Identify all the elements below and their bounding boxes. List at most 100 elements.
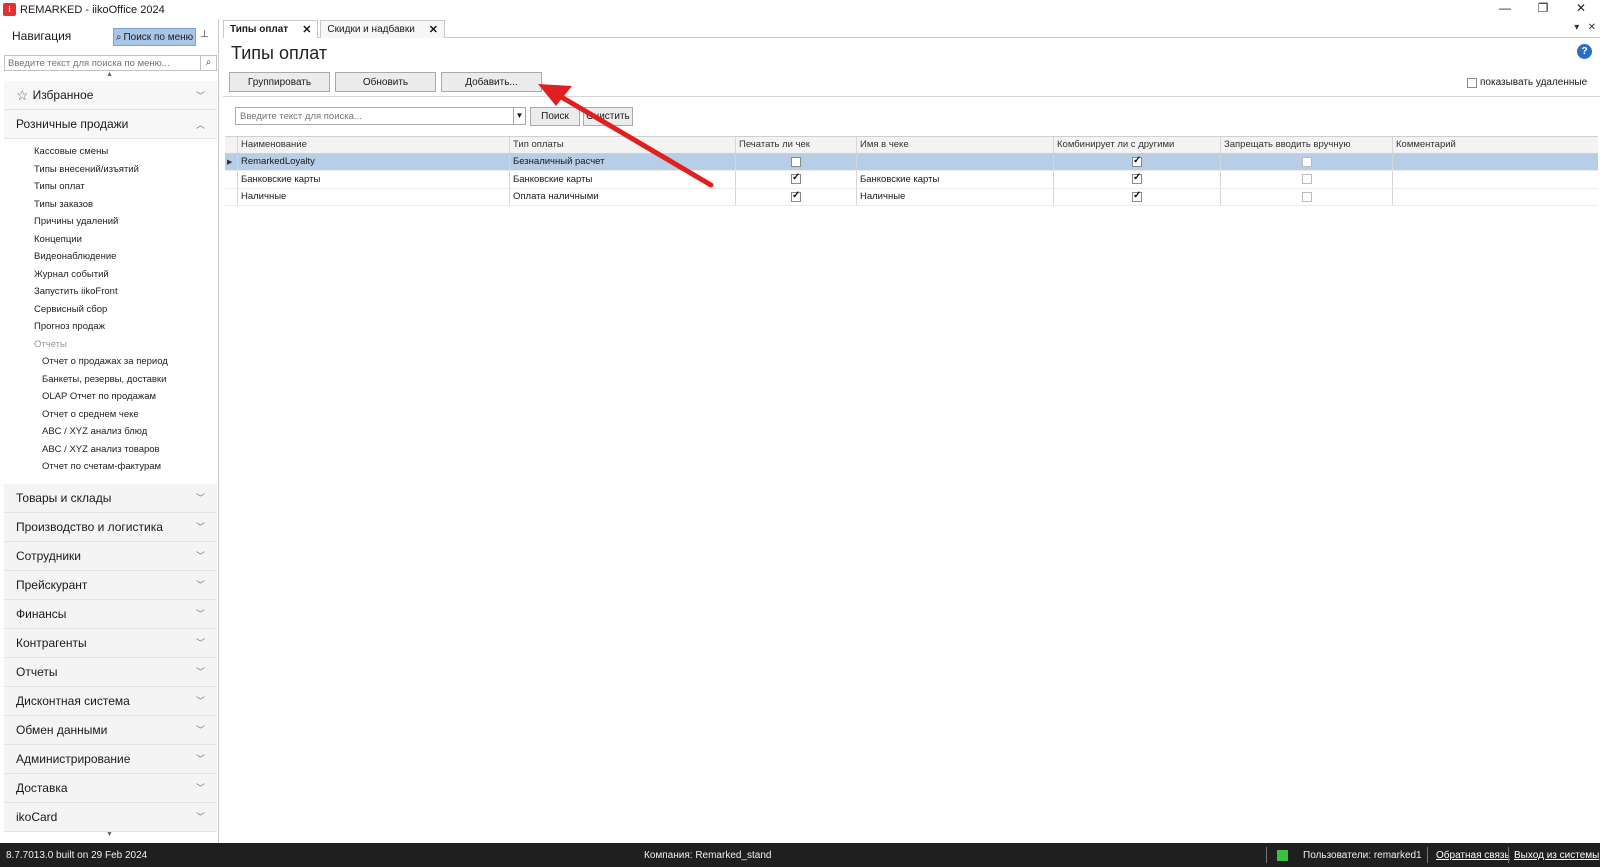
print-receipt-checkbox[interactable]: [791, 172, 801, 185]
close-tab-icon[interactable]: ✕: [429, 23, 438, 36]
nav-report-item[interactable]: ABC / XYZ анализ блюд: [4, 423, 217, 441]
cell-print-receipt[interactable]: [736, 171, 857, 188]
nav-item-cash-shifts[interactable]: Кассовые смены: [4, 143, 217, 161]
nav-report-item[interactable]: Банкеты, резервы, доставки: [4, 371, 217, 389]
tab-discounts[interactable]: Скидки и надбавки ✕: [320, 20, 446, 38]
grid-search-input[interactable]: [236, 108, 513, 124]
nav-item-order-types[interactable]: Типы заказов: [4, 196, 217, 214]
print-receipt-checkbox[interactable]: [791, 190, 801, 202]
cell-receipt-name[interactable]: [857, 153, 1054, 170]
column-header[interactable]: Имя в чеке: [857, 137, 1054, 153]
cell-name[interactable]: RemarkedLoyalty: [238, 153, 510, 170]
nav-item-concepts[interactable]: Концепции: [4, 231, 217, 249]
tab-payment-types[interactable]: Типы оплат ✕: [223, 20, 319, 38]
nav-report-item[interactable]: ABC / XYZ анализ товаров: [4, 441, 217, 459]
nav-report-item[interactable]: Отчет по счетам-фактурам: [4, 458, 217, 476]
nav-section[interactable]: Обмен данными ﹀: [4, 715, 217, 745]
column-header[interactable]: Печатать ли чек: [736, 137, 857, 153]
forbid-manual-checkbox[interactable]: [1301, 174, 1312, 185]
chevron-down-icon[interactable]: ▼: [513, 108, 525, 124]
nav-item-video[interactable]: Видеонаблюдение: [4, 248, 217, 266]
cell-forbid-manual[interactable]: [1221, 188, 1393, 205]
cell-name[interactable]: Наличные: [238, 188, 510, 205]
cell-combines[interactable]: [1054, 171, 1221, 188]
cell-payment-type[interactable]: Банковские карты: [510, 171, 736, 188]
nav-section[interactable]: Сотрудники ﹀: [4, 541, 217, 571]
table-row[interactable]: ▶ RemarkedLoyalty Безналичный расчет: [225, 153, 1598, 171]
column-header[interactable]: Запрещать вводить вручную: [1221, 137, 1393, 153]
cell-comment[interactable]: [1393, 154, 1598, 171]
restore-icon[interactable]: ❐: [1524, 0, 1562, 19]
combines-checkbox[interactable]: [1132, 190, 1142, 202]
nav-section[interactable]: Контрагенты ﹀: [4, 628, 217, 658]
cell-comment[interactable]: [1393, 171, 1598, 188]
combines-checkbox[interactable]: [1132, 172, 1142, 185]
menu-search-input[interactable]: [5, 56, 200, 70]
cell-combines[interactable]: [1054, 153, 1221, 170]
forbid-manual-checkbox[interactable]: [1301, 191, 1312, 202]
help-icon[interactable]: ?: [1577, 44, 1592, 59]
column-header[interactable]: Комбинирует ли с другими: [1054, 137, 1221, 153]
table-row[interactable]: НаличныеОплата наличнымиНаличные: [225, 188, 1598, 206]
nav-section[interactable]: Прейскурант ﹀: [4, 570, 217, 600]
show-deleted-checkbox[interactable]: [1467, 77, 1477, 88]
cell-name[interactable]: Банковские карты: [238, 171, 510, 188]
nav-section[interactable]: Отчеты ﹀: [4, 657, 217, 687]
nav-section[interactable]: ikoCard ﹀: [4, 802, 217, 832]
minimize-icon[interactable]: —: [1486, 0, 1524, 19]
cell-payment-type[interactable]: Оплата наличными: [510, 188, 736, 205]
magnifier-icon[interactable]: ⌕: [200, 56, 216, 70]
cell-forbid-manual[interactable]: [1221, 171, 1393, 188]
nav-item-deletion-reasons[interactable]: Причины удалений: [4, 213, 217, 231]
forbid-manual-checkbox[interactable]: [1301, 156, 1312, 167]
nav-item-deposit-types[interactable]: Типы внесений/изъятий: [4, 161, 217, 179]
nav-section-label: Доставка: [16, 780, 68, 795]
nav-section[interactable]: Дисконтная система ﹀: [4, 686, 217, 716]
nav-section-favorites[interactable]: ☆ Избранное ﹀: [4, 81, 217, 110]
clear-button[interactable]: Очистить: [583, 107, 633, 126]
group-button[interactable]: Группировать: [229, 72, 330, 92]
nav-report-item[interactable]: OLAP Отчет по продажам: [4, 388, 217, 406]
nav-item-payment-types[interactable]: Типы оплат: [4, 178, 217, 196]
nav-section[interactable]: Производство и логистика ﹀: [4, 512, 217, 542]
pin-icon[interactable]: ⊥: [200, 29, 209, 40]
menu-search-button[interactable]: ⌕ Поиск по меню: [113, 28, 196, 46]
nav-report-item[interactable]: Отчет о среднем чеке: [4, 406, 217, 424]
print-receipt-checkbox[interactable]: [791, 156, 801, 167]
column-header[interactable]: Наименование: [238, 137, 510, 153]
close-all-tabs-icon[interactable]: ✕: [1588, 22, 1596, 33]
close-tab-icon[interactable]: ✕: [302, 23, 311, 36]
scroll-down-icon[interactable]: ▼: [106, 831, 113, 838]
nav-section[interactable]: Финансы ﹀: [4, 599, 217, 629]
cell-print-receipt[interactable]: [736, 153, 857, 170]
cell-print-receipt[interactable]: [736, 188, 857, 205]
feedback-link[interactable]: Обратная связь: [1436, 850, 1510, 861]
column-header[interactable]: Комментарий: [1393, 137, 1598, 153]
close-window-icon[interactable]: ✕: [1562, 0, 1600, 19]
search-button[interactable]: Поиск: [530, 107, 580, 126]
cell-forbid-manual[interactable]: [1221, 153, 1393, 170]
nav-section[interactable]: Администрирование ﹀: [4, 744, 217, 774]
cell-receipt-name[interactable]: Банковские карты: [857, 171, 1054, 188]
show-deleted-toggle[interactable]: показывать удаленные: [1467, 77, 1587, 88]
cell-receipt-name[interactable]: Наличные: [857, 188, 1054, 205]
refresh-button[interactable]: Обновить: [335, 72, 436, 92]
cell-combines[interactable]: [1054, 188, 1221, 205]
tab-list-dropdown-icon[interactable]: ▾: [1574, 22, 1579, 33]
table-row[interactable]: Банковские картыБанковские картыБанковск…: [225, 171, 1598, 189]
cell-comment[interactable]: [1393, 189, 1598, 206]
nav-section-retail[interactable]: Розничные продажи ︿: [4, 110, 217, 139]
add-button[interactable]: Добавить...: [441, 72, 542, 92]
nav-report-item[interactable]: Отчет о продажах за период: [4, 353, 217, 371]
scroll-up-icon[interactable]: ▲: [106, 71, 113, 78]
column-header[interactable]: Тип оплаты: [510, 137, 736, 153]
logout-link[interactable]: Выход из системы: [1514, 850, 1599, 861]
nav-section[interactable]: Доставка ﹀: [4, 773, 217, 803]
nav-section[interactable]: Товары и склады ﹀: [4, 483, 217, 513]
nav-item-launch-front[interactable]: Запустить iikoFront: [4, 283, 217, 301]
combines-checkbox[interactable]: [1132, 155, 1142, 167]
cell-payment-type[interactable]: Безналичный расчет: [510, 153, 736, 170]
nav-item-sales-forecast[interactable]: Прогноз продаж: [4, 318, 217, 336]
nav-item-service-fee[interactable]: Сервисный сбор: [4, 301, 217, 319]
nav-item-event-log[interactable]: Журнал событий: [4, 266, 217, 284]
